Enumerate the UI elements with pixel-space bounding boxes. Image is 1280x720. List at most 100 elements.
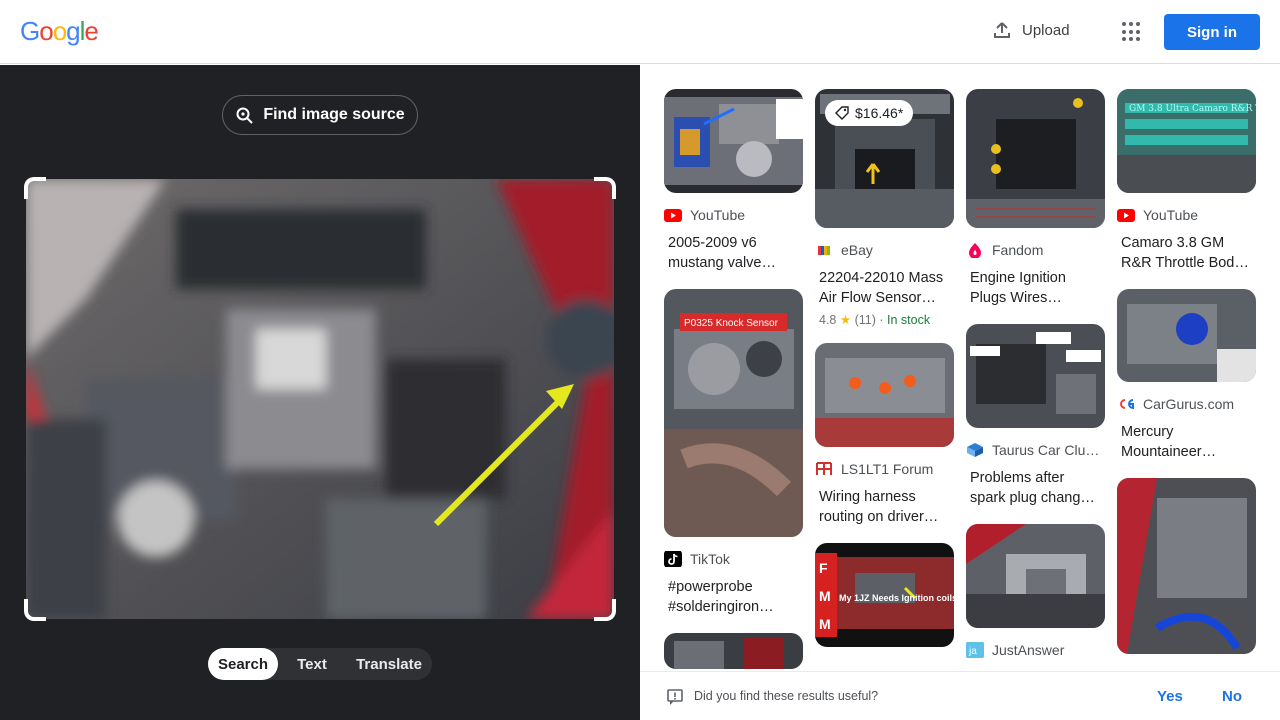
result-title[interactable]: Wiring harness routing on driver… bbox=[815, 487, 954, 527]
result-title[interactable]: Problems after spark plug chang… bbox=[966, 468, 1105, 508]
result-thumbnail[interactable] bbox=[966, 324, 1105, 428]
result-title[interactable]: Camaro 3.8 GM R&R Throttle Bod… bbox=[1117, 233, 1256, 273]
result-card[interactable]: P0325 Knock Sensor TikTok #powerprobe #sol… bbox=[664, 289, 803, 617]
find-image-source-label: Find image source bbox=[263, 106, 405, 123]
result-source[interactable]: eBay bbox=[815, 242, 954, 258]
result-source[interactable]: ja JustAnswer bbox=[966, 642, 1105, 658]
result-card[interactable]: Fandom Engine Ignition Plugs Wires… bbox=[966, 89, 1105, 308]
result-thumbnail[interactable] bbox=[1117, 478, 1256, 654]
taurus-favicon-icon bbox=[966, 443, 984, 457]
query-image[interactable] bbox=[26, 179, 614, 619]
source-name: YouTube bbox=[690, 207, 746, 223]
lens-mode-switcher: Search Text Translate bbox=[208, 648, 432, 680]
result-source[interactable]: YouTube bbox=[664, 207, 803, 223]
crop-handle-bottom-right[interactable] bbox=[594, 599, 616, 621]
result-title[interactable]: 2005-2009 v6 mustang valve… bbox=[664, 233, 803, 273]
logo-letter: o bbox=[39, 16, 54, 46]
result-thumbnail[interactable]: $16.46* bbox=[815, 89, 954, 228]
result-card[interactable]: ja JustAnswer bbox=[966, 524, 1105, 658]
result-source[interactable]: LS1LT1 Forum bbox=[815, 461, 954, 477]
top-header: Google Upload Sign in bbox=[0, 0, 1280, 64]
find-image-source-button[interactable]: Find image source bbox=[222, 95, 418, 135]
result-card[interactable]: CarGurus.com Mercury Mountaineer… bbox=[1117, 289, 1256, 462]
result-thumbnail[interactable]: P0325 Knock Sensor bbox=[664, 289, 803, 537]
google-logo[interactable]: Google bbox=[20, 16, 99, 47]
result-card[interactable]: F M M My 1JZ Needs Ignition coils?! bbox=[815, 543, 954, 647]
thumbnail-image bbox=[1117, 289, 1256, 382]
result-card[interactable]: LS1LT1 Forum Wiring harness routing on dr… bbox=[815, 343, 954, 527]
result-source[interactable]: YouTube bbox=[1117, 207, 1256, 223]
results-column: YouTube 2005-2009 v6 mustang valve… P0325 … bbox=[664, 89, 803, 671]
result-source[interactable]: Taurus Car Clu… bbox=[966, 442, 1105, 458]
thumbnail-image bbox=[664, 89, 803, 193]
source-name: TikTok bbox=[690, 551, 730, 567]
mode-tab-search[interactable]: Search bbox=[208, 648, 278, 680]
result-title[interactable]: 22204-22010 Mass Air Flow Sensor… bbox=[815, 268, 954, 308]
result-thumbnail[interactable] bbox=[966, 524, 1105, 628]
justanswer-favicon-icon: ja bbox=[966, 642, 984, 658]
result-card[interactable]: YouTube bbox=[664, 633, 803, 671]
result-thumbnail[interactable] bbox=[815, 343, 954, 447]
result-thumbnail[interactable] bbox=[664, 89, 803, 193]
result-thumbnail[interactable] bbox=[664, 633, 803, 669]
thumbnail-image bbox=[966, 524, 1105, 628]
result-card[interactable] bbox=[1117, 478, 1256, 654]
source-name: YouTube bbox=[1143, 207, 1199, 223]
stock-status: In stock bbox=[887, 313, 931, 327]
upload-icon bbox=[994, 22, 1010, 38]
source-name: LS1LT1 Forum bbox=[841, 461, 934, 477]
thumbnail-image: GM 3.8 Ultra Camaro R&R Throttle Body #G… bbox=[1117, 89, 1256, 193]
apps-grid-icon[interactable] bbox=[1122, 22, 1142, 42]
youtube-favicon-icon bbox=[664, 208, 682, 222]
result-title[interactable]: Mercury Mountaineer… bbox=[1117, 422, 1256, 462]
star-icon: ★ bbox=[839, 313, 852, 327]
result-source[interactable]: CarGurus.com bbox=[1117, 396, 1256, 412]
thumbnail-badge: P0325 Knock Sensor bbox=[684, 318, 779, 329]
price-badge: $16.46* bbox=[825, 100, 914, 126]
price-text: $16.46* bbox=[855, 105, 904, 121]
forum-favicon-icon bbox=[815, 462, 833, 476]
youtube-favicon-icon bbox=[1117, 208, 1135, 222]
result-thumbnail[interactable] bbox=[1117, 289, 1256, 382]
tiktok-favicon-icon bbox=[664, 551, 682, 567]
lens-search-icon bbox=[236, 107, 254, 124]
result-card[interactable]: $16.46* eBay 22204-22010 Mass Air Flow Sen… bbox=[815, 89, 954, 327]
upload-button[interactable]: Upload bbox=[992, 20, 1070, 40]
price-tag-icon bbox=[835, 106, 849, 120]
result-card[interactable]: Taurus Car Clu… Problems after spark plug… bbox=[966, 324, 1105, 508]
result-thumbnail[interactable]: GM 3.8 Ultra Camaro R&R Throttle Body #G… bbox=[1117, 89, 1256, 193]
logo-letter: g bbox=[66, 16, 81, 46]
rating-value: 4.8 bbox=[819, 313, 837, 327]
source-name: Taurus Car Clu… bbox=[992, 442, 1100, 458]
crop-handle-bottom-left[interactable] bbox=[24, 599, 46, 621]
ebay-favicon-icon bbox=[815, 243, 833, 257]
feedback-icon bbox=[667, 689, 683, 705]
thumbnail-image: FMMMy 1JZ Needs Ignition coils?! bbox=[815, 543, 954, 647]
result-title[interactable]: Engine Ignition Plugs Wires… bbox=[966, 268, 1105, 308]
result-thumbnail[interactable]: F M M My 1JZ Needs Ignition coils?! bbox=[815, 543, 954, 647]
sign-in-button[interactable]: Sign in bbox=[1164, 14, 1260, 50]
result-thumbnail[interactable] bbox=[966, 89, 1105, 228]
svg-text:ja: ja bbox=[968, 646, 977, 657]
logo-letter: o bbox=[52, 16, 68, 46]
upload-label: Upload bbox=[1022, 21, 1070, 39]
result-source[interactable]: TikTok bbox=[664, 551, 803, 567]
results-column: $16.46* eBay 22204-22010 Mass Air Flow Sen… bbox=[815, 89, 954, 663]
thumbnail-image bbox=[1117, 478, 1256, 654]
result-card[interactable]: YouTube 2005-2009 v6 mustang valve… bbox=[664, 89, 803, 273]
result-title[interactable]: #powerprobe #solderingiron… bbox=[664, 577, 803, 617]
results-column: Fandom Engine Ignition Plugs Wires… Taurus… bbox=[966, 89, 1105, 671]
feedback-yes-button[interactable]: Yes bbox=[1157, 688, 1183, 705]
mode-tab-text[interactable]: Text bbox=[278, 648, 346, 680]
visual-matches-pane: YouTube 2005-2009 v6 mustang valve… P0325 … bbox=[640, 65, 1280, 671]
result-card[interactable]: GM 3.8 Ultra Camaro R&R Throttle Body #G… bbox=[1117, 89, 1256, 273]
result-source[interactable]: Fandom bbox=[966, 242, 1105, 258]
product-meta: 4.8 ★ (11) · In stock bbox=[819, 313, 931, 327]
fandom-favicon-icon bbox=[966, 243, 984, 258]
mode-tab-translate[interactable]: Translate bbox=[346, 648, 432, 680]
crop-handle-top-left[interactable] bbox=[24, 177, 46, 199]
thumbnail-overlay-text: My 1JZ Needs Ignition coils?! bbox=[839, 593, 954, 603]
feedback-no-button[interactable]: No bbox=[1222, 688, 1242, 705]
crop-handle-top-right[interactable] bbox=[594, 177, 616, 199]
source-name: eBay bbox=[841, 242, 873, 258]
